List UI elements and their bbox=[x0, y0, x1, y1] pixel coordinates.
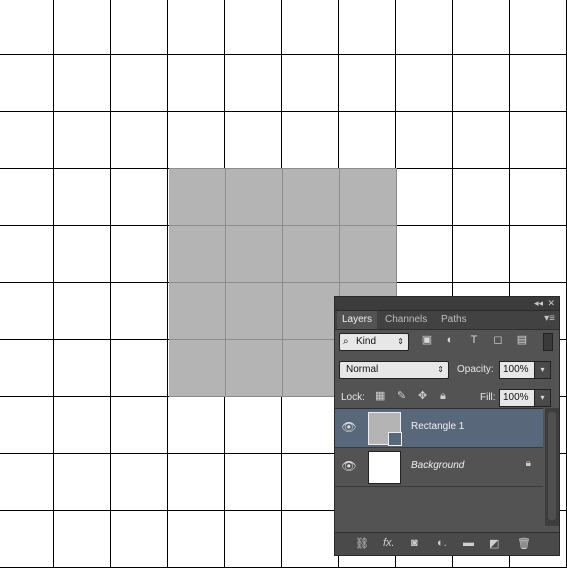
filter-row: ⌕ Kind ⇕ ▣ ◐ T ◻ ▤ bbox=[335, 333, 559, 351]
tab-channels[interactable]: Channels bbox=[380, 311, 432, 329]
fill-label: Fill: bbox=[480, 392, 496, 403]
shape-filter-icon[interactable]: ◻ bbox=[491, 333, 505, 347]
link-icon[interactable]: ⛓︎ bbox=[355, 537, 369, 550]
fill-dropdown-button[interactable]: ▾ bbox=[534, 389, 551, 407]
lock-move-icon[interactable]: ✥ bbox=[418, 389, 427, 403]
layer-name[interactable]: Background bbox=[411, 460, 464, 471]
layer-thumbnail bbox=[368, 451, 401, 484]
new-layer-icon[interactable]: ◩ bbox=[489, 537, 499, 550]
layer-thumbnail bbox=[368, 412, 402, 446]
scrollbar-thumb[interactable] bbox=[548, 412, 556, 520]
collapse-icon[interactable]: ◂◂ bbox=[534, 297, 543, 310]
trash-icon[interactable]: 🗑︎ bbox=[517, 537, 531, 550]
lock-icon[interactable]: 🔒︎ bbox=[440, 389, 446, 403]
tab-paths[interactable]: Paths bbox=[436, 311, 472, 329]
tab-layers[interactable]: Layers bbox=[337, 311, 378, 329]
opacity-label: Opacity: bbox=[457, 364, 494, 375]
chevron-updown-icon: ⇕ bbox=[397, 337, 404, 346]
layers-panel: ◂◂ ✕ Layers Channels Paths ▾≡ ⌕ Kind ⇕ ▣… bbox=[334, 296, 560, 556]
mask-icon[interactable]: ◙ bbox=[411, 537, 418, 549]
kind-filter-dropdown[interactable]: ⌕ Kind ⇕ bbox=[339, 333, 409, 351]
layers-list: 👁︎ Rectangle 1 👁︎ Background 🔒︎ bbox=[335, 408, 543, 527]
layers-scrollbar[interactable] bbox=[545, 408, 559, 526]
opacity-dropdown-button[interactable]: ▾ bbox=[534, 361, 551, 379]
panel-footer: ⛓︎ fx. ◙ ◐. ▬ ◩ 🗑︎ bbox=[335, 532, 559, 555]
new-adjustment-icon[interactable]: ◐. bbox=[437, 537, 447, 549]
fx-icon[interactable]: fx. bbox=[383, 537, 395, 549]
panel-tabs: Layers Channels Paths ▾≡ bbox=[335, 311, 559, 330]
lock-row: Lock: ▦ ✎ ✥ 🔒︎ Fill: 100% ▾ bbox=[335, 389, 559, 407]
opacity-field[interactable]: 100% bbox=[499, 361, 537, 379]
lock-icon: 🔒︎ bbox=[525, 458, 531, 469]
lock-transparent-icon[interactable]: ▦ bbox=[375, 389, 385, 403]
smart-object-filter-icon[interactable]: ▤ bbox=[515, 333, 529, 347]
blend-mode-dropdown[interactable]: Normal ⇕ bbox=[339, 361, 449, 379]
layer-row-rectangle-1[interactable]: 👁︎ Rectangle 1 bbox=[335, 409, 543, 448]
adjustment-filter-icon[interactable]: ◐ bbox=[443, 333, 457, 347]
panel-menu-icon[interactable]: ▾≡ bbox=[544, 313, 555, 324]
eye-icon[interactable]: 👁︎ bbox=[341, 421, 357, 433]
lock-label: Lock: bbox=[341, 392, 365, 403]
vector-mask-icon bbox=[388, 432, 402, 446]
fill-field[interactable]: 100% bbox=[499, 389, 537, 407]
panel-titlebar[interactable]: ◂◂ ✕ bbox=[335, 297, 559, 311]
filter-toggle[interactable] bbox=[543, 333, 553, 351]
layer-name[interactable]: Rectangle 1 bbox=[411, 421, 464, 432]
close-icon[interactable]: ✕ bbox=[547, 297, 555, 310]
kind-label: Kind bbox=[356, 336, 377, 347]
folder-icon[interactable]: ▬ bbox=[463, 537, 474, 549]
image-filter-icon[interactable]: ▣ bbox=[420, 333, 434, 347]
blend-row: Normal ⇕ Opacity: 100% ▾ bbox=[335, 361, 559, 379]
layer-row-background[interactable]: 👁︎ Background 🔒︎ bbox=[335, 448, 543, 487]
type-filter-icon[interactable]: T bbox=[467, 333, 481, 347]
eye-icon[interactable]: 👁︎ bbox=[341, 460, 357, 472]
lock-paint-icon[interactable]: ✎ bbox=[397, 389, 406, 403]
blend-mode-value: Normal bbox=[346, 364, 379, 375]
chevron-updown-icon: ⇕ bbox=[437, 365, 444, 374]
search-icon: ⌕ bbox=[343, 336, 349, 347]
